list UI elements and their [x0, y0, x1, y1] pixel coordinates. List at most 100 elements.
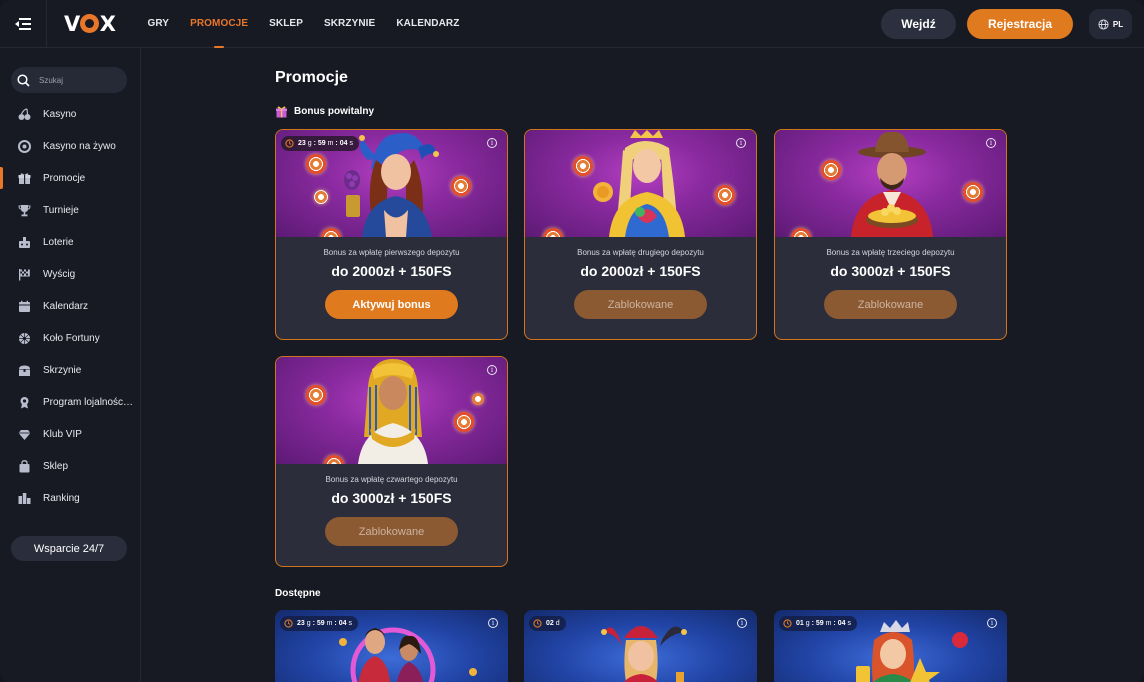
sidebar-item-loyalty-program[interactable]: Program lojalności… [0, 386, 141, 418]
sidebar-item-casino[interactable]: Kasyno [0, 98, 141, 130]
sidebar-item-promotions[interactable]: Promocje [0, 162, 141, 194]
sidebar-item-label: Koło Fortuny [43, 332, 100, 344]
sidebar-item-lotteries[interactable]: Loterie [0, 226, 141, 258]
sidebar-item-label: Loterie [43, 236, 74, 248]
main-content: Promocje Bonus powitalny 23 g : 59 m : 0… [141, 48, 1144, 682]
trophy-icon [18, 204, 31, 217]
bonus-card-info: Bonus za wpłatę drugiego depozytu do 200… [525, 237, 756, 339]
diamond-icon [18, 428, 31, 441]
sidebar-menu: Kasyno Kasyno na żywo Promocje Turnieje … [0, 98, 141, 514]
bonus-card: i Bonus za wpłatę trzeciego depozytu do … [774, 129, 1007, 340]
chest-icon [18, 364, 31, 377]
sidebar-item-calendar[interactable]: Kalendarz [0, 290, 141, 322]
collapse-menu-icon [15, 17, 31, 30]
bonus-card-art-cowboy: i [775, 130, 1006, 237]
sidebar-item-label: Sklep [43, 460, 69, 472]
casino-chip-decoration [451, 176, 471, 196]
app-window: VX GRY PROMOCJE SKLEP SKRZYNIE KALENDARZ… [0, 0, 1144, 682]
bonus-amount: do 3000zł + 150FS [331, 490, 452, 506]
casino-chip-decoration [454, 412, 474, 432]
activate-bonus-button[interactable]: Aktywuj bonus [325, 290, 458, 319]
sidebar-item-race[interactable]: Wyścig [0, 258, 141, 290]
search-icon [17, 73, 30, 87]
nav-calendar[interactable]: KALENDARZ [396, 0, 459, 48]
nav-shop[interactable]: SKLEP [269, 0, 303, 48]
sidebar-item-vip-club[interactable]: Klub VIP [0, 418, 141, 450]
bonus-subtitle: Bonus za wpłatę pierwszego depozytu [323, 248, 460, 257]
header-actions: Wejdź Rejestracja PL [881, 9, 1132, 39]
bonus-amount: do 3000zł + 150FS [830, 263, 951, 279]
wheel-icon [18, 332, 31, 345]
casino-chip-decoration [472, 393, 484, 405]
available-heading: Dostępne [275, 588, 321, 599]
sidebar-item-label: Kasyno [43, 108, 77, 120]
nav-games[interactable]: GRY [147, 0, 169, 48]
vox-logo[interactable]: VX [64, 12, 116, 36]
login-button[interactable]: Wejdź [881, 9, 956, 39]
gift-icon [18, 172, 31, 185]
sidebar-item-label: Skrzynie [43, 364, 82, 376]
jester-illustration [601, 626, 687, 682]
gift-icon [276, 106, 287, 118]
page-title: Promocje [275, 69, 348, 86]
sidebar-item-wheel-of-fortune[interactable]: Koło Fortuny [0, 322, 141, 354]
casino-chip-decoration [306, 154, 326, 174]
locked-bonus-button[interactable]: Zablokowane [824, 290, 957, 319]
bonus-card: i Bonus za wpłatę czwartego depozytu do … [275, 356, 508, 567]
bag-icon [18, 459, 31, 473]
bonus-card: i Bonus za wpłatę drugiego depozytu do 2… [524, 129, 757, 340]
support-button[interactable]: Wsparcie 24/7 [11, 536, 127, 561]
bonus-subtitle: Bonus za wpłatę trzeciego depozytu [826, 248, 955, 257]
nav-promotions[interactable]: PROMOCJE [190, 0, 248, 48]
couple-illustration [339, 627, 477, 682]
sidebar-item-label: Wyścig [43, 268, 76, 280]
lottery-icon [18, 236, 31, 249]
sidebar-item-chests[interactable]: Skrzynie [0, 354, 141, 386]
sidebar-item-shop[interactable]: Sklep [0, 450, 141, 482]
search-input[interactable]: Szukaj [11, 67, 127, 93]
race-flag-icon [18, 268, 31, 281]
bonus-amount: do 2000zł + 150FS [580, 263, 701, 279]
welcome-bonus-heading: Bonus powitalny [275, 105, 374, 118]
sidebar-item-label: Promocje [43, 172, 86, 184]
sidebar-item-tournaments[interactable]: Turnieje [0, 194, 141, 226]
sidebar-item-label: Klub VIP [43, 428, 82, 440]
sidebar-item-live-casino[interactable]: Kasyno na żywo [0, 130, 141, 162]
sidebar-item-label: Turnieje [43, 204, 79, 216]
ranking-icon [18, 492, 31, 505]
bonus-card-info: Bonus za wpłatę czwartego depozytu do 30… [276, 464, 507, 566]
top-header: VX GRY PROMOCJE SKLEP SKRZYNIE KALENDARZ… [0, 0, 1144, 48]
bonus-card-art-cleopatra: i [276, 357, 507, 464]
bonus-amount: do 2000zł + 150FS [331, 263, 452, 279]
locked-bonus-button[interactable]: Zablokowane [574, 290, 707, 319]
bonus-card-info: Bonus za wpłatę pierwszego depozytu do 2… [276, 237, 507, 339]
available-promo-card[interactable]: 01 g : 59 m : 04 s i [774, 610, 1007, 682]
sidebar-item-ranking[interactable]: Ranking [0, 482, 141, 514]
language-selector[interactable]: PL [1089, 9, 1132, 39]
casino-chip-decoration [821, 160, 841, 180]
available-promo-card[interactable]: 02 d i [524, 610, 757, 682]
register-button[interactable]: Rejestracja [967, 9, 1073, 39]
jester-woman-illustration [344, 133, 439, 237]
bonus-subtitle: Bonus za wpłatę czwartego depozytu [325, 475, 458, 484]
medal-icon [18, 396, 31, 409]
bonus-card-art-queen: i [525, 130, 756, 237]
nav-chests[interactable]: SKRZYNIE [324, 0, 375, 48]
sidebar-item-label: Program lojalności… [43, 396, 135, 408]
search-placeholder: Szukaj [39, 75, 64, 85]
main-nav: GRY PROMOCJE SKLEP SKRZYNIE KALENDARZ [147, 0, 480, 48]
sidebar-item-label: Ranking [43, 492, 80, 504]
bonus-card: 23 g : 59 m : 04 s i Bonus za wpłatę pie… [275, 129, 508, 340]
sidebar: Szukaj Kasyno Kasyno na żywo Promocje Tu… [0, 48, 141, 682]
cherries-icon [18, 107, 31, 121]
sidebar-toggle-button[interactable] [0, 0, 47, 48]
casino-chip-decoration [963, 182, 983, 202]
casino-chip-decoration [314, 190, 328, 204]
sidebar-item-label: Kasyno na żywo [43, 140, 116, 152]
bonus-card-art-jester: 23 g : 59 m : 04 s i [276, 130, 507, 237]
queen-illustration [593, 130, 685, 237]
chip-icon [18, 139, 31, 153]
casino-chip-decoration [573, 156, 593, 176]
locked-bonus-button[interactable]: Zablokowane [325, 517, 458, 546]
available-promo-card[interactable]: 23 g : 59 m : 04 s i [275, 610, 508, 682]
